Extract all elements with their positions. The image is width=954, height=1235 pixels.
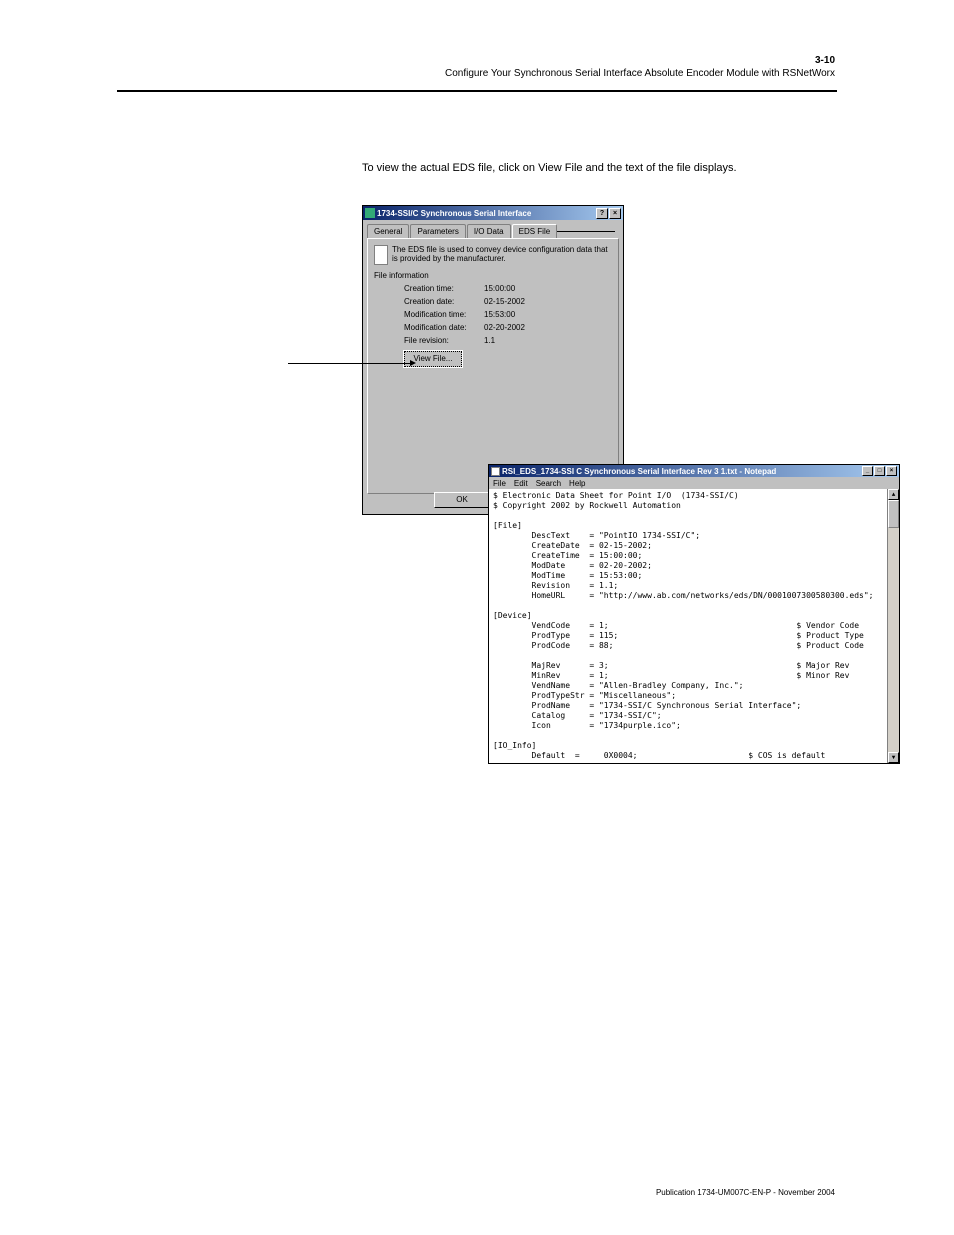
modification-date-label: Modification date:	[404, 323, 484, 332]
tab-parameters[interactable]: Parameters	[410, 224, 465, 238]
creation-date-value: 02-15-2002	[484, 297, 525, 306]
dialog-titlebar: 1734-SSI/C Synchronous Serial Interface …	[363, 206, 623, 220]
tab-eds-file[interactable]: EDS File	[512, 224, 558, 238]
scroll-thumb[interactable]	[888, 500, 899, 528]
footer-publication: Publication 1734-UM007C-EN-P - November …	[656, 1188, 835, 1197]
creation-time-value: 15:00:00	[484, 284, 515, 293]
scroll-down-button[interactable]: ▼	[888, 752, 899, 763]
callout-arrow-viewfile	[288, 363, 412, 364]
file-revision-row: File revision: 1.1	[404, 336, 612, 345]
creation-date-row: Creation date: 02-15-2002	[404, 297, 612, 306]
instruction-text: To view the actual EDS file, click on Vi…	[362, 162, 832, 174]
menu-search[interactable]: Search	[536, 479, 561, 488]
creation-time-label: Creation time:	[404, 284, 484, 293]
notepad-menubar: File Edit Search Help	[489, 477, 899, 489]
notepad-content[interactable]: $ Electronic Data Sheet for Point I/O (1…	[489, 489, 899, 763]
ok-button[interactable]: OK	[434, 492, 490, 508]
header-rule	[117, 90, 837, 92]
notepad-window: RSI_EDS_1734-SSI C Synchronous Serial In…	[488, 464, 900, 764]
callout-arrow-tab	[555, 231, 615, 232]
minimize-button[interactable]: _	[862, 466, 873, 476]
scroll-up-button[interactable]: ▲	[888, 489, 899, 500]
modification-time-value: 15:53:00	[484, 310, 515, 319]
eds-file-panel: The EDS file is used to convey device co…	[367, 238, 619, 494]
page-header: 3-10 Configure Your Synchronous Serial I…	[445, 55, 835, 79]
notepad-document-icon	[491, 467, 500, 476]
modification-date-row: Modification date: 02-20-2002	[404, 323, 612, 332]
notepad-titlebar: RSI_EDS_1734-SSI C Synchronous Serial In…	[489, 465, 899, 477]
close-button[interactable]: ×	[609, 208, 621, 219]
chapter-ref: 3-10	[445, 55, 835, 66]
menu-help[interactable]: Help	[569, 479, 585, 488]
eds-description: The EDS file is used to convey device co…	[392, 245, 612, 263]
dialog-title: 1734-SSI/C Synchronous Serial Interface	[377, 209, 595, 218]
tab-general[interactable]: General	[367, 224, 409, 238]
creation-date-label: Creation date:	[404, 297, 484, 306]
maximize-button[interactable]: □	[874, 466, 885, 476]
dialog-icon	[365, 208, 375, 218]
menu-edit[interactable]: Edit	[514, 479, 528, 488]
modification-date-value: 02-20-2002	[484, 323, 525, 332]
file-revision-value: 1.1	[484, 336, 495, 345]
menu-file[interactable]: File	[493, 479, 506, 488]
notepad-scrollbar[interactable]: ▲ ▼	[887, 489, 899, 763]
eds-file-icon	[374, 245, 388, 265]
file-revision-label: File revision:	[404, 336, 484, 345]
callout-arrowhead-viewfile	[410, 360, 416, 366]
chapter-title: Configure Your Synchronous Serial Interf…	[445, 68, 835, 79]
modification-time-row: Modification time: 15:53:00	[404, 310, 612, 319]
help-button[interactable]: ?	[596, 208, 608, 219]
file-information-label: File information	[374, 271, 612, 280]
notepad-title: RSI_EDS_1734-SSI C Synchronous Serial In…	[502, 467, 861, 476]
creation-time-row: Creation time: 15:00:00	[404, 284, 612, 293]
tab-io-data[interactable]: I/O Data	[467, 224, 511, 238]
notepad-close-button[interactable]: ×	[886, 466, 897, 476]
eds-description-row: The EDS file is used to convey device co…	[374, 245, 612, 265]
modification-time-label: Modification time:	[404, 310, 484, 319]
